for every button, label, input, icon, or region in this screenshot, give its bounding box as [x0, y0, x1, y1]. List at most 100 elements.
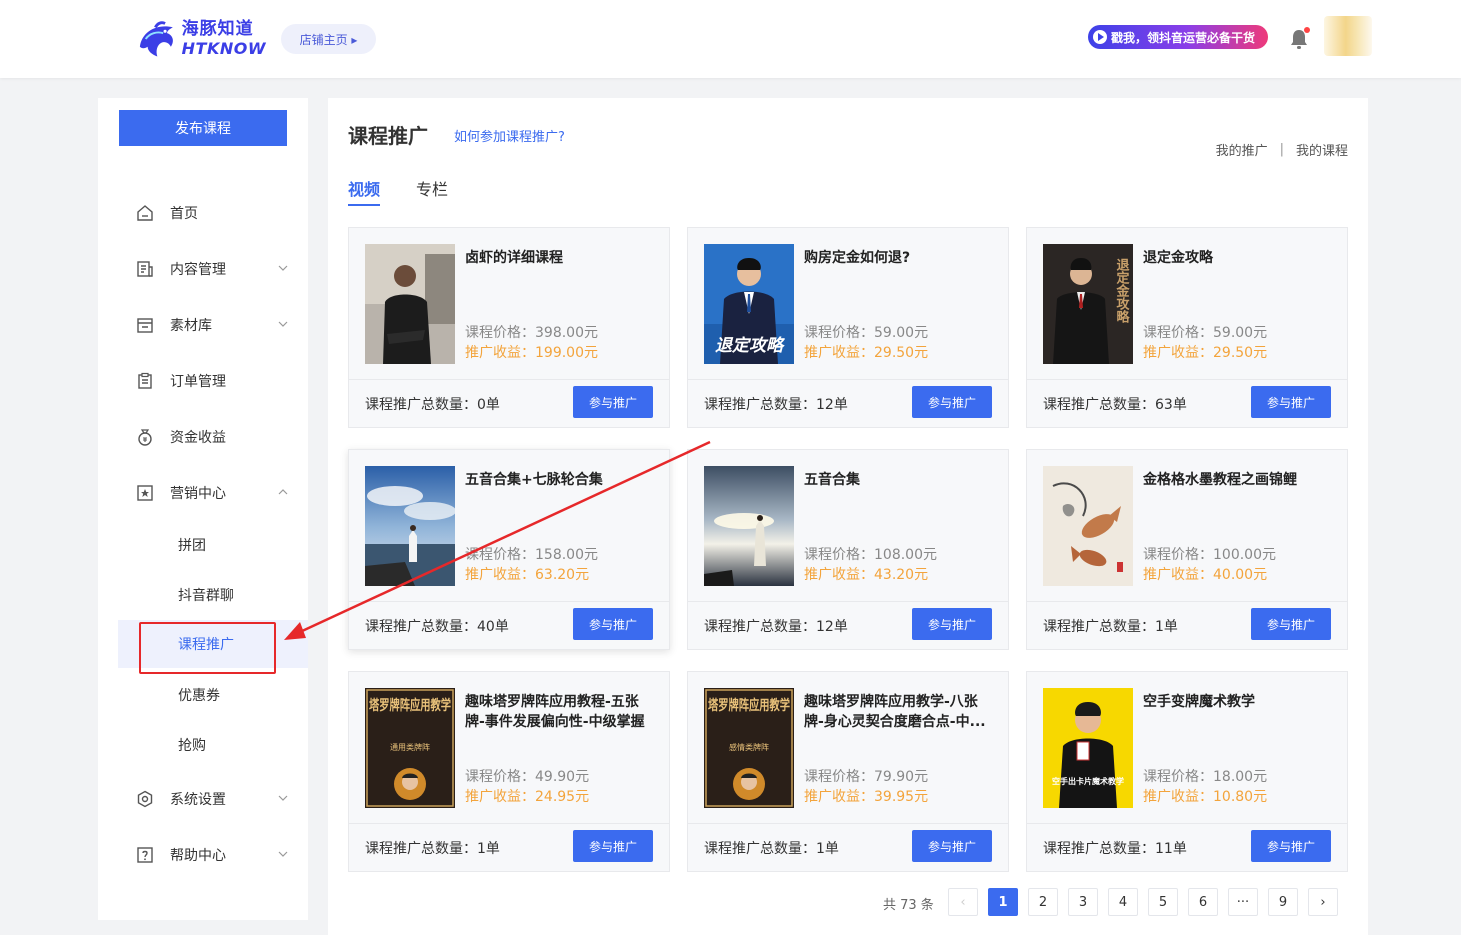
course-price: 课程价格：59.00元 — [1143, 325, 1268, 341]
course-price: 课程价格：18.00元 — [1143, 769, 1268, 785]
page-button[interactable]: 6 — [1188, 888, 1218, 916]
course-thumbnail[interactable] — [1043, 466, 1133, 586]
annotation-highlight-box — [139, 622, 276, 674]
sidebar-subitem-coupons[interactable]: 优惠券 — [118, 671, 308, 719]
join-promotion-button[interactable]: 参与推广 — [912, 608, 992, 640]
join-promotion-button[interactable]: 参与推广 — [1251, 386, 1331, 418]
course-price: 课程价格：59.00元 — [804, 325, 929, 341]
sidebar-item-label: 资金收益 — [170, 430, 226, 446]
join-promotion-button[interactable]: 参与推广 — [573, 386, 653, 418]
course-thumbnail[interactable]: 退定攻略 — [704, 244, 794, 364]
course-price: 课程价格：100.00元 — [1143, 547, 1276, 563]
play-icon — [1093, 30, 1107, 44]
brand-logo[interactable]: 海豚知道 HTKNOW — [136, 16, 266, 62]
sidebar-item-funds[interactable]: 资金收益 — [98, 417, 308, 457]
top-links: 我的推广 | 我的课程 — [1216, 140, 1348, 159]
sidebar-subitem-douyin-chat[interactable]: 抖音群聊 — [118, 571, 308, 619]
thumbnail-text: 塔罗牌阵应用教学 — [708, 697, 790, 714]
course-thumbnail[interactable]: 塔罗牌阵应用教学感情类牌阵 — [704, 688, 794, 808]
course-title: 空手变牌魔术教学 — [1143, 694, 1255, 710]
sidebar-subitem-flash-sale[interactable]: 抢购 — [118, 721, 308, 769]
tab-video[interactable]: 视频 — [348, 176, 381, 206]
page-button[interactable]: 4 — [1108, 888, 1138, 916]
page-button[interactable]: 1 — [988, 888, 1018, 916]
sidebar-item-label: 订单管理 — [170, 374, 226, 390]
help-link[interactable]: 如何参加课程推广? — [454, 126, 565, 145]
page-button[interactable]: 9 — [1268, 888, 1298, 916]
join-promotion-button[interactable]: 参与推广 — [912, 386, 992, 418]
sidebar-item-label: 首页 — [170, 206, 198, 222]
sidebar-item-help[interactable]: 帮助中心 — [98, 835, 308, 875]
main-content: 课程推广 如何参加课程推广? 我的推广 | 我的课程 视频 专栏 卤虾的详细课程… — [328, 98, 1368, 935]
sidebar-item-label: 营销中心 — [170, 486, 226, 502]
prev-page-button[interactable]: ‹ — [948, 888, 978, 916]
join-promotion-button[interactable]: 参与推广 — [573, 830, 653, 862]
promotion-income: 推广收益：199.00元 — [465, 345, 598, 361]
promotion-count: 课程推广总数量：40单 — [365, 619, 509, 635]
promotion-income: 推广收益：29.50元 — [804, 345, 929, 361]
sidebar-item-materials[interactable]: 素材库 — [98, 305, 308, 345]
pagination-total: 共 73 条 — [883, 898, 934, 913]
sidebar-item-home[interactable]: 首页 — [98, 193, 308, 233]
store-home-button[interactable]: 店铺主页 ▸ — [281, 24, 376, 54]
course-title: 趣味塔罗牌阵应用教程-五张牌-事件发展偏向性-中级掌握 — [465, 694, 645, 730]
card-divider — [1027, 379, 1347, 380]
course-card: 退定攻略 购房定金如何退? 课程价格：59.00元 推广收益：29.50元 课程… — [687, 227, 1009, 428]
card-divider — [349, 379, 669, 380]
promotion-count: 课程推广总数量：12单 — [704, 397, 848, 413]
page-button[interactable]: 3 — [1068, 888, 1098, 916]
sidebar: 发布课程 首页 内容管理 素材库 订单管理 资金收益 营销中心 拼团 抖音群聊 … — [98, 98, 308, 920]
sidebar-subitem-label: 抢购 — [178, 738, 206, 754]
top-header: 海豚知道 HTKNOW 店铺主页 ▸ 戳我，领抖音运营必备干货 — [0, 0, 1461, 78]
sidebar-item-label: 素材库 — [170, 318, 212, 334]
tab-column[interactable]: 专栏 — [416, 176, 448, 206]
course-thumbnail[interactable] — [365, 466, 455, 586]
publish-course-button[interactable]: 发布课程 — [119, 110, 287, 146]
clipboard-icon — [136, 372, 154, 390]
sidebar-item-marketing[interactable]: 营销中心 — [98, 473, 308, 513]
sidebar-item-label: 内容管理 — [170, 262, 226, 278]
promotion-count: 课程推广总数量：1单 — [365, 841, 500, 857]
course-thumbnail[interactable]: 空手出卡片魔术教学 — [1043, 688, 1133, 808]
my-courses-link[interactable]: 我的课程 — [1296, 140, 1348, 159]
join-promotion-button[interactable]: 参与推广 — [573, 608, 653, 640]
sidebar-item-settings[interactable]: 系统设置 — [98, 779, 308, 819]
course-thumbnail[interactable] — [704, 466, 794, 586]
page-button[interactable]: 5 — [1148, 888, 1178, 916]
my-promotion-link[interactable]: 我的推广 — [1216, 140, 1268, 159]
sidebar-item-orders[interactable]: 订单管理 — [98, 361, 308, 401]
promotion-count: 课程推广总数量：12单 — [704, 619, 848, 635]
course-thumbnail[interactable] — [365, 244, 455, 364]
course-card: 五音合集 课程价格：108.00元 推广收益：43.20元 课程推广总数量：12… — [687, 449, 1009, 650]
course-price: 课程价格：158.00元 — [465, 547, 598, 563]
promotion-count: 课程推广总数量：1单 — [1043, 619, 1178, 635]
course-card: 塔罗牌阵应用教学感情类牌阵 趣味塔罗牌阵应用教学-八张牌-身心灵契合度磨合点-中… — [687, 671, 1009, 872]
course-thumbnail[interactable]: 塔罗牌阵应用教学通用类牌阵 — [365, 688, 455, 808]
join-promotion-button[interactable]: 参与推广 — [1251, 608, 1331, 640]
user-avatar[interactable] — [1324, 16, 1372, 56]
page-ellipsis-button[interactable]: ··· — [1228, 888, 1258, 916]
page-button[interactable]: 2 — [1028, 888, 1058, 916]
sidebar-item-label: 系统设置 — [170, 792, 226, 808]
promo-banner-text: 戳我，领抖音运营必备干货 — [1111, 30, 1256, 45]
sidebar-subitem-label: 抖音群聊 — [178, 588, 234, 604]
sidebar-item-content[interactable]: 内容管理 — [98, 249, 308, 289]
chevron-down-icon — [278, 265, 288, 271]
promotion-income: 推广收益：63.20元 — [465, 567, 590, 583]
promotion-count: 课程推广总数量：1单 — [704, 841, 839, 857]
promo-banner[interactable]: 戳我，领抖音运营必备干货 — [1088, 25, 1268, 49]
sidebar-subitem-group-buy[interactable]: 拼团 — [118, 521, 308, 569]
course-title: 退定金攻略 — [1143, 250, 1213, 266]
join-promotion-button[interactable]: 参与推广 — [1251, 830, 1331, 862]
logo-english-text: HTKNOW — [181, 39, 266, 58]
next-page-button[interactable]: › — [1308, 888, 1338, 916]
join-promotion-button[interactable]: 参与推广 — [912, 830, 992, 862]
course-thumbnail[interactable]: 退定金攻略 — [1043, 244, 1133, 364]
course-card: 金格格水墨教程之画锦鲤 课程价格：100.00元 推广收益：40.00元 课程推… — [1026, 449, 1348, 650]
card-divider — [688, 601, 1008, 602]
course-card: 塔罗牌阵应用教学通用类牌阵 趣味塔罗牌阵应用教程-五张牌-事件发展偏向性-中级掌… — [348, 671, 670, 872]
card-divider — [349, 823, 669, 824]
thumbnail-text: 塔罗牌阵应用教学 — [369, 697, 451, 714]
course-title: 卤虾的详细课程 — [465, 250, 563, 266]
course-card: 五音合集+七脉轮合集 课程价格：158.00元 推广收益：63.20元 课程推广… — [348, 449, 670, 650]
